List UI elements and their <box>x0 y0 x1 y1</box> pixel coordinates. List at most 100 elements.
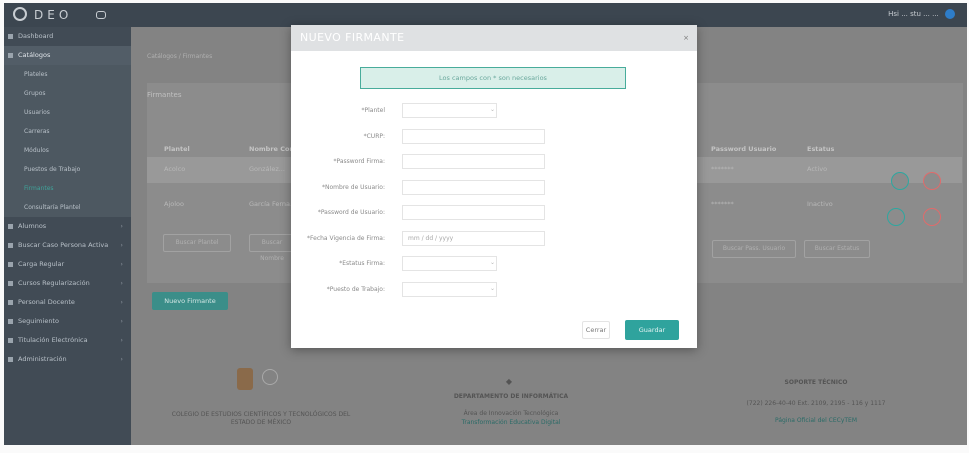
filter-nombre-button[interactable]: Buscar Nombre <box>249 234 295 262</box>
sidebar-item[interactable]: Cursos Regularización › <box>4 274 131 293</box>
chevron-right-icon: › <box>120 317 123 325</box>
sidebar-item[interactable]: Alumnos › <box>4 217 131 236</box>
footer-institution: COLEGIO DE ESTUDIOS CIENTÍFICOS Y TECNOL… <box>171 411 351 426</box>
menu-toggle-icon[interactable] <box>96 11 106 19</box>
sidebar-item[interactable]: Buscar Caso Persona Activa › <box>4 236 131 255</box>
sidebar-item[interactable]: Grupos <box>4 84 131 103</box>
field-select[interactable] <box>402 103 497 118</box>
cell-plantel: Acolco <box>164 165 186 173</box>
form-row: *Estatus Firma: ⌄ <box>291 256 697 272</box>
required-fields-alert: Los campos con * son necesarios <box>360 67 626 89</box>
field-input[interactable] <box>402 154 545 169</box>
cell-nombre: González... <box>249 165 285 173</box>
save-button[interactable]: Guardar <box>625 320 679 340</box>
chevron-right-icon: › <box>120 355 123 363</box>
page-title: Firmantes <box>147 91 182 99</box>
new-signer-button[interactable]: Nuevo Firmante <box>152 292 228 310</box>
field-label: *Fecha Vigencia de Firma: <box>307 234 385 242</box>
menu-item-icon <box>8 262 13 267</box>
column-header-estatus[interactable]: Estatus <box>807 145 834 153</box>
sidebar-item[interactable]: Módulos <box>4 141 131 160</box>
delete-button[interactable] <box>923 172 941 190</box>
field-input[interactable] <box>402 205 545 220</box>
sidebar-item[interactable]: Catálogos <box>4 46 131 65</box>
footer-department-sub: Área de Innovación Tecnológica <box>463 410 559 417</box>
chevron-down-icon: ⌄ <box>490 106 496 113</box>
institution-logo <box>262 369 278 385</box>
footer-support-link[interactable]: Página Oficial del CECyTEM <box>746 417 886 425</box>
sidebar-item[interactable]: Firmantes <box>4 179 131 198</box>
close-button[interactable]: Cerrar <box>582 321 610 339</box>
sidebar-item[interactable]: Titulación Electrónica › <box>4 331 131 350</box>
form-row: *CURP: <box>291 128 697 145</box>
sidebar-item[interactable]: Plateles <box>4 65 131 84</box>
field-label: *Puesto de Trabajo: <box>326 285 385 293</box>
filter-password-button[interactable]: Buscar Pass. Usuario <box>712 240 796 258</box>
sidebar-item-label: Grupos <box>24 90 46 97</box>
form-row: *Password de Usuario: <box>291 205 697 221</box>
form-row: *Fecha Vigencia de Firma: mm / dd / yyyy <box>291 230 697 247</box>
sidebar-item[interactable]: Puestos de Trabajo <box>4 160 131 179</box>
menu-item-icon <box>8 338 13 343</box>
sidebar-item-label: Seguimiento <box>18 317 59 325</box>
chevron-right-icon: › <box>120 298 123 306</box>
chevron-right-icon: › <box>120 222 123 230</box>
sidebar-item[interactable]: Consultaría Plantel <box>4 198 131 217</box>
sidebar: Dashboard Catálogos Plateles Grupos Usuarios… <box>4 27 131 445</box>
cell-status: Inactivo <box>807 200 833 208</box>
field-input[interactable] <box>402 128 545 144</box>
field-input[interactable] <box>402 179 545 195</box>
form-row: *Puesto de Trabajo: ⌄ <box>291 281 697 298</box>
user-menu[interactable]: Hsi ... stu ... ... <box>888 9 959 19</box>
sidebar-item-label: Módulos <box>24 147 49 154</box>
app-logo[interactable]: DEO <box>34 8 72 22</box>
form-row: *Nombre de Usuario: <box>291 179 697 196</box>
edit-button[interactable] <box>887 208 905 226</box>
chevron-right-icon: › <box>120 241 123 249</box>
sidebar-item[interactable]: Personal Docente › <box>4 293 131 312</box>
new-signer-modal: NUEVO FIRMANTE × Los campos con * son ne… <box>291 25 697 348</box>
sidebar-item[interactable]: Carreras <box>4 122 131 141</box>
sidebar-item-label: Dashboard <box>18 32 54 40</box>
chevron-right-icon: › <box>120 260 123 268</box>
chevron-down-icon: ⌄ <box>490 259 496 266</box>
sidebar-item-label: Plateles <box>24 71 48 78</box>
field-select[interactable] <box>402 256 497 271</box>
menu-item-icon <box>8 319 13 324</box>
filter-plantel-button[interactable]: Buscar Plantel <box>163 234 231 252</box>
field-label: *Estatus Firma: <box>339 260 385 267</box>
form-row: *Plantel ⌄ <box>291 103 697 119</box>
avatar[interactable] <box>945 9 955 19</box>
app-logo-icon <box>13 7 27 21</box>
column-header-plantel[interactable]: Plantel <box>164 145 190 153</box>
field-input[interactable]: mm / dd / yyyy <box>402 230 545 246</box>
menu-item-icon <box>8 243 13 248</box>
chevron-right-icon: › <box>120 336 123 344</box>
sidebar-item[interactable]: Administración › <box>4 350 131 369</box>
field-label: *Nombre de Usuario: <box>322 183 385 191</box>
filter-status-button[interactable]: Buscar Estatus <box>804 240 870 258</box>
breadcrumb[interactable]: Catálogos / Firmantes <box>147 53 212 60</box>
sidebar-item[interactable]: Carga Regular › <box>4 255 131 274</box>
sidebar-item-label: Cursos Regularización <box>18 279 90 287</box>
delete-button[interactable] <box>923 208 941 226</box>
cell-status: Activo <box>807 165 828 173</box>
cell-password: ******* <box>711 165 734 173</box>
menu-item-icon <box>8 34 13 39</box>
menu-item-icon <box>8 357 13 362</box>
sidebar-item[interactable]: Seguimiento › <box>4 312 131 331</box>
column-header-password[interactable]: Password Usuario <box>711 145 776 153</box>
cell-nombre: García Ferna... <box>249 200 297 208</box>
sidebar-item[interactable]: Usuarios <box>4 103 131 122</box>
menu-item-icon <box>8 281 13 286</box>
footer-department-link[interactable]: Transformación Educativa Digital <box>441 419 581 427</box>
footer-support-phone: (722) 226-40-40 Ext. 2109, 2195 - 116 y … <box>746 400 886 407</box>
field-select[interactable] <box>402 281 497 297</box>
sidebar-item[interactable]: Dashboard <box>4 27 131 46</box>
modal-header: NUEVO FIRMANTE × <box>291 25 697 51</box>
edit-button[interactable] <box>891 172 909 190</box>
close-icon[interactable]: × <box>683 34 689 42</box>
user-info: Hsi ... stu ... ... <box>888 10 939 18</box>
menu-item-icon <box>8 300 13 305</box>
sidebar-item-label: Administración <box>18 355 67 363</box>
